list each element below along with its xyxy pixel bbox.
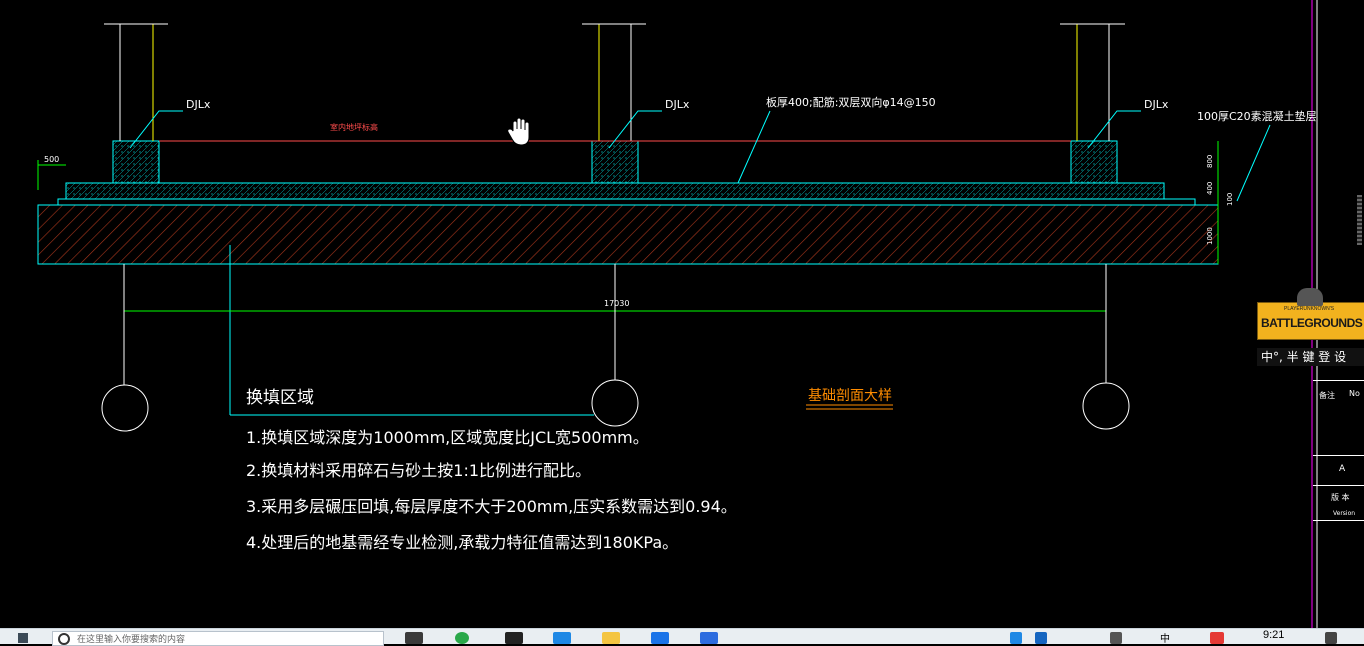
- game-logo: PLAYERUNKNOWN'S BATTLEGROUNDS: [1257, 302, 1364, 340]
- column-label-3: DJLx: [1144, 98, 1169, 111]
- notification-icon[interactable]: [1325, 632, 1337, 644]
- browser-icon[interactable]: [455, 632, 469, 644]
- note-4: 4.处理后的地基需经专业检测,承载力特征值需达到180KPa。: [246, 533, 678, 552]
- replacement-zone: [37, 204, 1219, 265]
- tray-icon-2[interactable]: [1035, 632, 1047, 644]
- ime-toolbar[interactable]: 中°, 半 键 登 设: [1257, 348, 1364, 366]
- clock[interactable]: 9:21: [1263, 629, 1284, 641]
- beam-2: [591, 140, 639, 184]
- indoor-level-label: 室内地坪标高: [330, 122, 378, 132]
- dim-400: 400: [1206, 182, 1214, 195]
- app-icon[interactable]: [505, 632, 523, 644]
- column-label-1: DJLx: [186, 98, 211, 111]
- title-block-version-en: Version: [1333, 510, 1356, 517]
- note-3: 3.采用多层碾压回填,每层厚度不大于200mm,压实系数需达到0.94。: [246, 497, 737, 516]
- slab-note: 板厚400;配筋:双层双向φ14@150: [766, 95, 936, 109]
- game-small-text: PLAYERUNKNOWN'S: [1284, 306, 1335, 312]
- search-placeholder: 在这里输入你要搜索的内容: [77, 635, 186, 645]
- title-block-axis-label: A: [1339, 464, 1346, 474]
- cad-app-icon[interactable]: [700, 632, 718, 644]
- dim-800: 800: [1206, 155, 1214, 168]
- cushion-note: 100厚C20素混凝土垫层: [1197, 109, 1317, 123]
- dim-1000: 1000: [1206, 227, 1214, 245]
- dim-500: 500: [44, 155, 59, 164]
- mail-icon[interactable]: [553, 632, 571, 644]
- dim-total: 17030: [604, 299, 629, 308]
- beam-1: [112, 140, 160, 184]
- title-block-row1-label: 备注: [1319, 391, 1335, 400]
- soldier-icon: [1297, 288, 1323, 306]
- tray-icon-1[interactable]: [1010, 632, 1022, 644]
- taskbar: 在这里输入你要搜索的内容 中 9:21: [0, 628, 1364, 646]
- dim-100: 100: [1226, 193, 1234, 206]
- column-label-2: DJLx: [665, 98, 690, 111]
- folder-icon[interactable]: [602, 632, 620, 644]
- network-icon[interactable]: [1110, 632, 1122, 644]
- title-block-row1-value: No: [1349, 389, 1360, 398]
- grid-circle-3: [1082, 382, 1130, 430]
- note-1: 1.换填区域深度为1000mm,区域宽度比JCL宽500mm。: [246, 428, 649, 447]
- tray-app-icon[interactable]: [1210, 632, 1224, 644]
- task-view-icon[interactable]: [405, 632, 423, 644]
- note-2: 2.换填材料采用碎石与砂土按1:1比例进行配比。: [246, 461, 591, 480]
- title-block-version-label: 版 本: [1331, 493, 1350, 502]
- columns: [104, 23, 1125, 141]
- scroll-indicator[interactable]: [1357, 195, 1362, 245]
- beam-3: [1070, 140, 1118, 184]
- pan-hand-cursor-icon: [507, 117, 530, 146]
- search-icon: [58, 633, 70, 645]
- store-icon[interactable]: [651, 632, 669, 644]
- cad-drawing-canvas[interactable]: DJLx DJLx DJLx 室内地坪标高 板厚400;配筋:双层双向φ14@1…: [0, 0, 1364, 643]
- start-button[interactable]: [6, 631, 38, 643]
- section-title: 基础剖面大样: [808, 387, 892, 404]
- game-overlay-badge[interactable]: PLAYERUNKNOWN'S BATTLEGROUNDS 中°, 半 键 登 …: [1257, 288, 1364, 368]
- windows-icon: [18, 633, 28, 643]
- game-name: BATTLEGROUNDS: [1261, 316, 1363, 330]
- raft-slab: [65, 182, 1165, 200]
- notes-title: 换填区域: [246, 388, 314, 408]
- grid-circle-2: [591, 379, 639, 427]
- cushion-layer: [57, 198, 1196, 206]
- search-box[interactable]: 在这里输入你要搜索的内容: [52, 631, 384, 646]
- grid-circle-1: [101, 384, 149, 432]
